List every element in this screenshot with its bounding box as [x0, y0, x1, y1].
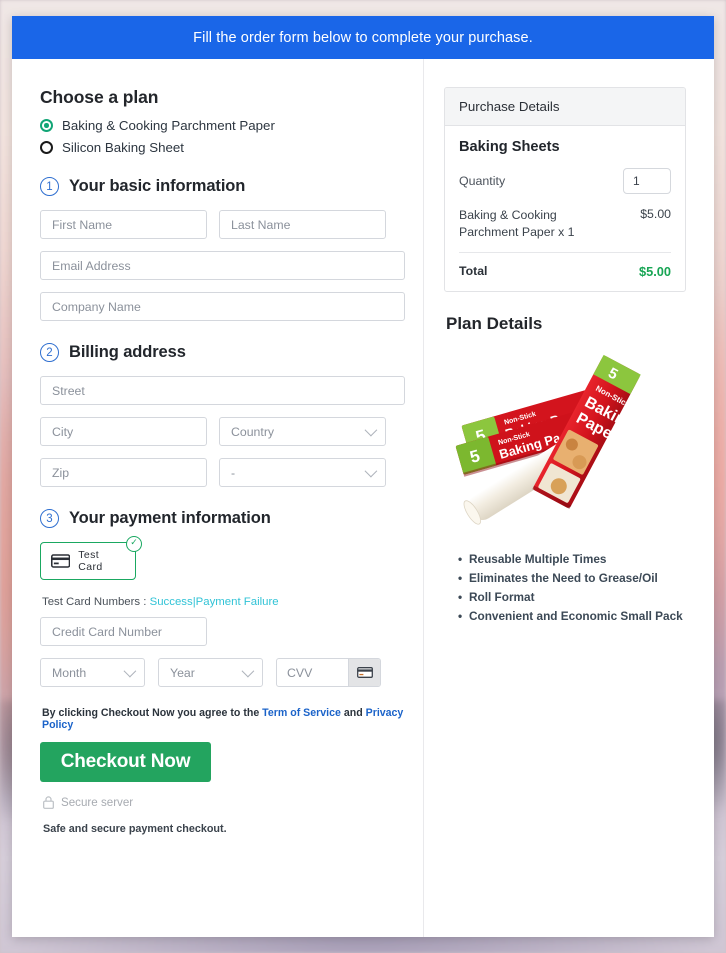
radio-icon-selected[interactable] — [40, 119, 53, 132]
step-title: Your basic information — [69, 177, 246, 195]
zip-input[interactable]: Zip — [40, 458, 207, 487]
expiry-cvv-row: Month Year CVV — [40, 658, 405, 687]
quantity-row: Quantity 1 — [459, 168, 671, 194]
feature-list: Reusable Multiple Times Eliminates the N… — [458, 552, 686, 623]
banner-text: Fill the order form below to complete yo… — [193, 29, 533, 46]
total-label: Total — [459, 264, 488, 279]
email-row: Email Address — [40, 251, 405, 280]
cvv-help-button[interactable] — [348, 659, 380, 686]
agreement-prefix: By clicking Checkout Now you agree to th… — [42, 707, 260, 719]
city-country-row: City Country — [40, 417, 405, 446]
radio-icon-unselected[interactable] — [40, 141, 53, 154]
street-row: Street — [40, 376, 405, 405]
name-row: First Name Last Name — [40, 210, 405, 239]
city-input[interactable]: City — [40, 417, 207, 446]
page-banner: Fill the order form below to complete yo… — [12, 16, 714, 59]
secure-server-label: Secure server — [61, 796, 134, 809]
expiry-year-value: Year — [170, 665, 195, 680]
plan-label: Silicon Baking Sheet — [62, 140, 184, 155]
step-number-badge: 3 — [40, 509, 59, 528]
step-1-header: 1 Your basic information — [40, 177, 405, 196]
safe-checkout-note: Safe and secure payment checkout. — [43, 823, 227, 835]
product-title: Baking Sheets — [459, 139, 560, 155]
purchase-details-panel: Purchase Details Baking Sheets Quantity … — [444, 87, 686, 293]
plan-option-parchment-paper[interactable]: Baking & Cooking Parchment Paper — [40, 118, 405, 133]
lock-icon — [43, 796, 54, 809]
quantity-label: Quantity — [459, 174, 506, 188]
expiry-month-value: Month — [52, 665, 87, 680]
cvv-field-group: CVV — [276, 658, 381, 687]
payment-failure-card-link[interactable]: Payment Failure — [196, 596, 279, 608]
checkout-now-button[interactable]: Checkout Now — [40, 742, 211, 782]
step-title: Your payment information — [69, 509, 271, 527]
list-item: Convenient and Economic Small Pack — [458, 609, 686, 623]
cvv-input[interactable]: CVV — [277, 659, 348, 686]
company-row: Company Name — [40, 292, 405, 321]
street-input[interactable]: Street — [40, 376, 405, 405]
test-card-numbers-line: Test Card Numbers : Success|Payment Fail… — [42, 596, 405, 608]
company-name-input[interactable]: Company Name — [40, 292, 405, 321]
test-card-label: Test Card — [78, 549, 103, 573]
list-item: Roll Format — [458, 590, 686, 604]
state-select-value: - — [231, 465, 236, 480]
plan-label: Baking & Cooking Parchment Paper — [62, 118, 275, 133]
line-item-name: Baking & Cooking Parchment Paper x 1 — [459, 208, 575, 239]
agreement-and: and — [343, 707, 363, 719]
line-item-price: $5.00 — [640, 207, 671, 221]
email-input[interactable]: Email Address — [40, 251, 405, 280]
plan-details-title: Plan Details — [446, 314, 543, 334]
agreement-text: By clicking Checkout Now you agree to th… — [42, 707, 405, 731]
step-number-badge: 2 — [40, 343, 59, 362]
list-item: Eliminates the Need to Grease/Oil — [458, 571, 686, 585]
chevron-down-icon — [123, 664, 137, 678]
country-select[interactable]: Country — [219, 417, 386, 446]
chevron-down-icon — [364, 423, 378, 437]
country-select-value: Country — [231, 424, 275, 439]
step-number-badge: 1 — [40, 177, 59, 196]
zip-state-row: Zip - — [40, 458, 405, 487]
first-name-input[interactable]: First Name — [40, 210, 207, 239]
test-card-tile[interactable]: Test Card ✓ — [40, 536, 142, 580]
expiry-year-select[interactable]: Year — [158, 658, 263, 687]
chevron-down-icon — [364, 464, 378, 478]
step-title: Billing address — [69, 343, 186, 361]
total-row: Total $5.00 — [459, 253, 671, 279]
plan-option-silicon-sheet[interactable]: Silicon Baking Sheet — [40, 140, 405, 155]
choose-plan-title: Choose a plan — [40, 87, 159, 107]
total-value: $5.00 — [638, 264, 671, 280]
credit-card-number-input[interactable]: Credit Card Number — [40, 617, 207, 646]
credit-card-icon — [51, 554, 71, 568]
content-columns: Choose a plan Baking & Cooking Parchment… — [12, 59, 714, 937]
step-2-header: 2 Billing address — [40, 343, 405, 362]
expiry-month-select[interactable]: Month — [40, 658, 145, 687]
purchase-details-body: Baking Sheets Quantity 1 Baking & Cookin… — [445, 126, 685, 291]
terms-of-service-link[interactable]: Term of Service — [262, 707, 341, 719]
order-form-column: Choose a plan Baking & Cooking Parchment… — [12, 59, 424, 937]
list-item: Reusable Multiple Times — [458, 552, 686, 566]
quantity-input[interactable]: 1 — [623, 168, 671, 194]
state-select[interactable]: - — [219, 458, 386, 487]
test-card-numbers-label: Test Card Numbers : — [42, 596, 147, 608]
last-name-input[interactable]: Last Name — [219, 210, 386, 239]
step-3-header: 3 Your payment information — [40, 509, 405, 528]
chevron-down-icon — [241, 664, 255, 678]
checkout-card: Fill the order form below to complete yo… — [12, 16, 714, 937]
summary-column: Purchase Details Baking Sheets Quantity … — [424, 59, 714, 937]
line-item-row: Baking & Cooking Parchment Paper x 1 $5.… — [459, 207, 671, 254]
credit-card-row: Credit Card Number — [40, 617, 405, 646]
success-card-link[interactable]: Success — [150, 596, 193, 608]
purchase-details-header: Purchase Details — [445, 88, 685, 126]
secure-server-note: Secure server — [43, 796, 405, 809]
check-circle-icon: ✓ — [126, 536, 142, 552]
product-image: 5 Non-Stick Baking P 5 Non-Stick Baking … — [444, 342, 686, 538]
baking-paper-product-illustration: 5 Non-Stick Baking P 5 Non-Stick Baking … — [455, 355, 641, 525]
credit-card-icon — [356, 667, 373, 678]
